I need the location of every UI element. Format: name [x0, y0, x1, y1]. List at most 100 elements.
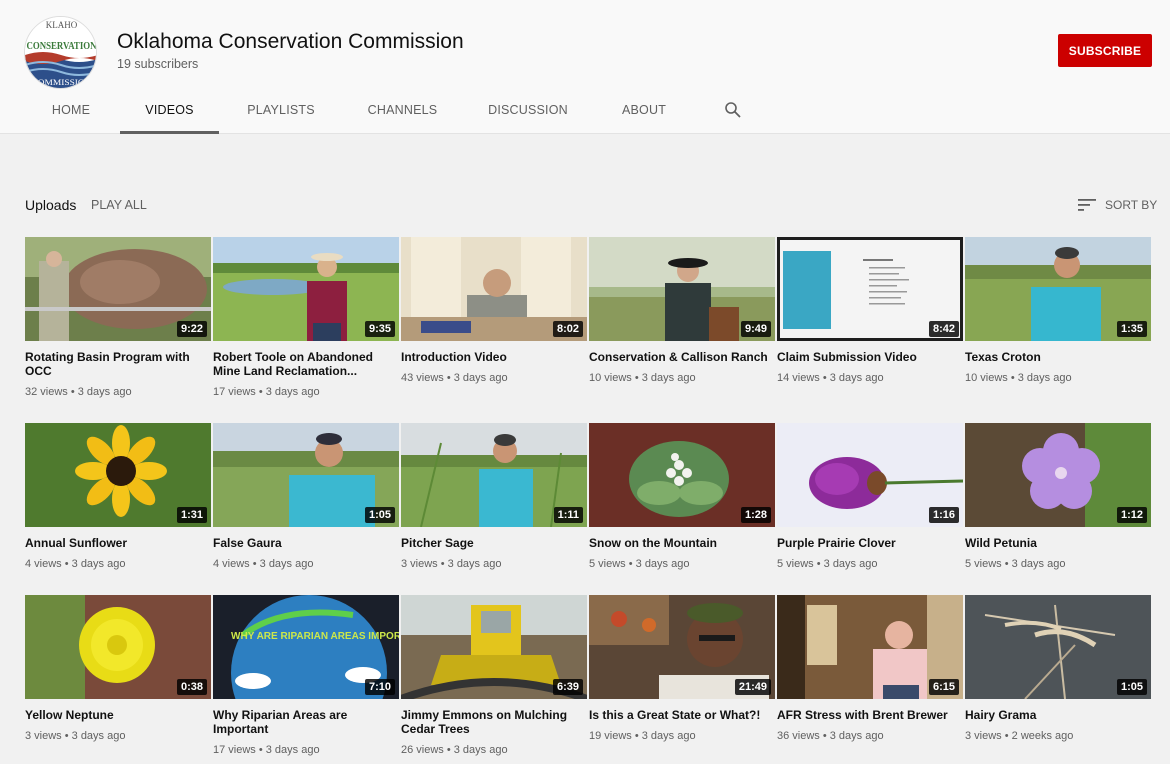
conservation-logo-icon: KLAHO CONSERVATION COMMISSION — [25, 17, 96, 88]
video-meta: 10 views • 3 days ago — [965, 372, 1072, 384]
video-thumbnail[interactable]: 9:22 — [25, 237, 211, 341]
video-card[interactable]: 9:22 Rotating Basin Program with OCC 32 … — [25, 237, 211, 398]
video-meta: 26 views • 3 days ago — [401, 744, 508, 756]
video-card[interactable]: 6:39 Jimmy Emmons on Mulching Cedar Tree… — [401, 595, 587, 756]
video-thumbnail[interactable]: 6:15 — [777, 595, 963, 699]
video-card[interactable]: 1:16 Purple Prairie Clover 5 views • 3 d… — [777, 423, 963, 570]
video-card[interactable]: 9:49 Conservation & Callison Ranch 10 vi… — [589, 237, 775, 384]
video-thumbnail[interactable]: 0:38 — [25, 595, 211, 699]
sort-by-label: SORT BY — [1105, 198, 1158, 212]
tab-about[interactable]: ABOUT — [611, 94, 677, 134]
video-duration: 8:42 — [928, 321, 959, 337]
video-card[interactable]: 1:05 False Gaura 4 views • 3 days ago — [213, 423, 399, 570]
video-meta: 3 views • 3 days ago — [25, 730, 126, 742]
video-card[interactable]: 1:35 Texas Croton 10 views • 3 days ago — [965, 237, 1151, 384]
video-title[interactable]: Why Riparian Areas are Important — [213, 708, 399, 736]
video-duration: 7:10 — [364, 679, 395, 695]
video-duration: 21:49 — [734, 679, 771, 695]
video-title[interactable]: Robert Toole on Abandoned Mine Land Recl… — [213, 350, 399, 378]
video-duration: 9:49 — [740, 321, 771, 337]
video-duration: 1:28 — [740, 507, 771, 523]
video-title[interactable]: Texas Croton — [965, 350, 1151, 364]
video-meta: 17 views • 3 days ago — [213, 744, 320, 756]
video-meta: 3 views • 3 days ago — [401, 558, 502, 570]
video-meta: 10 views • 3 days ago — [589, 372, 696, 384]
search-icon[interactable] — [724, 101, 742, 119]
video-card[interactable]: 8:42 Claim Submission Video 14 views • 3… — [777, 237, 963, 384]
video-meta: 5 views • 3 days ago — [965, 558, 1066, 570]
video-meta: 14 views • 3 days ago — [777, 372, 884, 384]
video-thumbnail[interactable]: 21:49 — [589, 595, 775, 699]
video-meta: 5 views • 3 days ago — [777, 558, 878, 570]
video-title[interactable]: Snow on the Mountain — [589, 536, 775, 550]
play-all-button[interactable]: PLAY ALL — [91, 198, 147, 212]
video-thumbnail[interactable]: 8:42 — [777, 237, 963, 341]
video-title[interactable]: Annual Sunflower — [25, 536, 211, 550]
video-meta: 17 views • 3 days ago — [213, 386, 320, 398]
sort-icon — [1078, 199, 1096, 211]
video-thumbnail[interactable]: 1:31 — [25, 423, 211, 527]
video-thumbnail[interactable]: 1:16 — [777, 423, 963, 527]
video-meta: 36 views • 3 days ago — [777, 730, 884, 742]
tab-home[interactable]: HOME — [34, 94, 108, 134]
video-title[interactable]: Conservation & Callison Ranch — [589, 350, 775, 364]
svg-text:COMMISSION: COMMISSION — [32, 78, 92, 87]
video-title[interactable]: False Gaura — [213, 536, 399, 550]
video-thumbnail[interactable]: 9:49 — [589, 237, 775, 341]
video-card[interactable]: 1:31 Annual Sunflower 4 views • 3 days a… — [25, 423, 211, 570]
tab-playlists[interactable]: PLAYLISTS — [233, 94, 329, 134]
channel-tabs: HOME VIDEOS PLAYLISTS CHANNELS DISCUSSIO… — [0, 94, 800, 134]
video-thumbnail[interactable]: 1:11 — [401, 423, 587, 527]
tab-videos[interactable]: VIDEOS — [120, 94, 219, 134]
video-title[interactable]: Purple Prairie Clover — [777, 536, 963, 550]
tab-discussion[interactable]: DISCUSSION — [478, 94, 578, 134]
video-title[interactable]: Claim Submission Video — [777, 350, 963, 364]
sort-by-button[interactable]: SORT BY — [1078, 196, 1157, 214]
video-meta: 5 views • 3 days ago — [589, 558, 690, 570]
video-duration: 9:35 — [364, 321, 395, 337]
video-title[interactable]: Introduction Video — [401, 350, 587, 364]
video-title[interactable]: Yellow Neptune — [25, 708, 211, 722]
video-duration: 1:31 — [176, 507, 207, 523]
video-card[interactable]: 21:49 Is this a Great State or What?! 19… — [589, 595, 775, 742]
video-thumbnail[interactable]: 1:35 — [965, 237, 1151, 341]
video-thumbnail[interactable]: WHY ARE RIPARIAN AREAS IMPORTANT 7:10 — [213, 595, 399, 699]
video-card[interactable]: WHY ARE RIPARIAN AREAS IMPORTANT 7:10 Wh… — [213, 595, 399, 756]
video-thumbnail[interactable]: 1:28 — [589, 423, 775, 527]
video-thumbnail[interactable]: 1:05 — [213, 423, 399, 527]
video-card[interactable]: 1:12 Wild Petunia 5 views • 3 days ago — [965, 423, 1151, 570]
video-card[interactable]: 1:11 Pitcher Sage 3 views • 3 days ago — [401, 423, 587, 570]
video-duration: 1:16 — [928, 507, 959, 523]
subscriber-count: 19 subscribers — [117, 57, 199, 71]
video-card[interactable]: 8:02 Introduction Video 43 views • 3 day… — [401, 237, 587, 384]
video-title[interactable]: AFR Stress with Brent Brewer — [777, 708, 963, 722]
video-title[interactable]: Rotating Basin Program with OCC — [25, 350, 211, 378]
video-title[interactable]: Wild Petunia — [965, 536, 1151, 550]
video-title[interactable]: Pitcher Sage — [401, 536, 587, 550]
video-duration: 8:02 — [552, 321, 583, 337]
tab-channels[interactable]: CHANNELS — [355, 94, 450, 134]
video-meta: 19 views • 3 days ago — [589, 730, 696, 742]
video-thumbnail[interactable]: 6:39 — [401, 595, 587, 699]
video-duration: 1:05 — [364, 507, 395, 523]
video-thumbnail[interactable]: 1:12 — [965, 423, 1151, 527]
video-card[interactable]: 1:28 Snow on the Mountain 5 views • 3 da… — [589, 423, 775, 570]
video-duration: 6:15 — [928, 679, 959, 695]
video-card[interactable]: 1:05 Hairy Grama 3 views • 2 weeks ago — [965, 595, 1151, 742]
video-duration: 1:11 — [553, 507, 583, 523]
video-title[interactable]: Jimmy Emmons on Mulching Cedar Trees — [401, 708, 587, 736]
video-card[interactable]: 9:35 Robert Toole on Abandoned Mine Land… — [213, 237, 399, 398]
video-meta: 4 views • 3 days ago — [213, 558, 314, 570]
svg-text:KLAHO: KLAHO — [46, 20, 78, 30]
video-title[interactable]: Is this a Great State or What?! — [589, 708, 775, 722]
video-card[interactable]: 6:15 AFR Stress with Brent Brewer 36 vie… — [777, 595, 963, 742]
video-meta: 43 views • 3 days ago — [401, 372, 508, 384]
video-thumbnail[interactable]: 8:02 — [401, 237, 587, 341]
video-card[interactable]: 0:38 Yellow Neptune 3 views • 3 days ago — [25, 595, 211, 742]
subscribe-button[interactable]: SUBSCRIBE — [1058, 34, 1152, 67]
video-title[interactable]: Hairy Grama — [965, 708, 1151, 722]
video-thumbnail[interactable]: 1:05 — [965, 595, 1151, 699]
channel-logo[interactable]: KLAHO CONSERVATION COMMISSION — [24, 16, 97, 89]
video-duration: 1:05 — [1116, 679, 1147, 695]
video-thumbnail[interactable]: 9:35 — [213, 237, 399, 341]
